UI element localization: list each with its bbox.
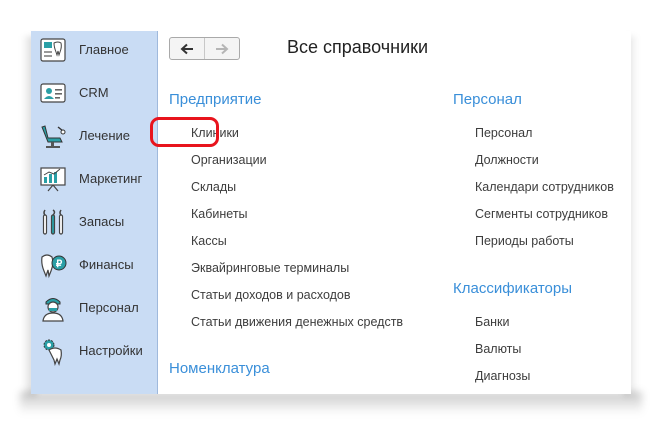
link-cash-flow-items[interactable]: Статьи движения денежных средств (191, 314, 403, 330)
sidebar-item-label: Лечение (79, 128, 131, 143)
tooth-coin-icon: ₽ (41, 254, 67, 279)
sidebar-item-label: Финансы (79, 257, 134, 272)
window-shadow (20, 392, 642, 414)
sidebar-item-label: Настройки (79, 343, 143, 358)
link-cash-desks[interactable]: Кассы (191, 233, 227, 249)
section-title-classifiers: Классификаторы (453, 280, 573, 297)
link-organizations[interactable]: Организации (191, 152, 267, 168)
id-card-icon (40, 83, 66, 103)
sidebar-item-crm[interactable]: CRM (31, 75, 157, 111)
sidebar-item-stock[interactable]: Запасы (31, 204, 157, 240)
link-banks[interactable]: Банки (475, 314, 510, 330)
arrow-right-icon (216, 43, 229, 54)
svg-text:₽: ₽ (56, 259, 63, 270)
sidebar-item-staff[interactable]: Персонал (31, 290, 157, 326)
sidebar-item-label: Маркетинг (79, 171, 143, 186)
link-staff-calendars[interactable]: Календари сотрудников (475, 179, 614, 195)
dental-tools-icon (42, 209, 64, 235)
home-tooth-icon (40, 38, 66, 62)
sidebar-item-main[interactable]: Главное (31, 32, 157, 68)
tooth-gear-icon (43, 339, 62, 366)
dental-chair-icon (41, 125, 66, 148)
sidebar-item-label: Главное (79, 42, 129, 57)
main-content: Все справочники Предприятие Клиники Орга… (158, 31, 631, 394)
section-title-enterprise: Предприятие (169, 91, 262, 108)
page-title: Все справочники (287, 37, 429, 57)
link-cabinets[interactable]: Кабинеты (191, 206, 248, 222)
section-title-staff: Персонал (453, 91, 522, 108)
link-warehouses[interactable]: Склады (191, 179, 236, 195)
sidebar-item-treatment[interactable]: Лечение (31, 118, 157, 154)
link-currencies[interactable]: Валюты (475, 341, 521, 357)
link-work-periods[interactable]: Периоды работы (475, 233, 574, 249)
forward-button[interactable] (205, 38, 239, 59)
app-window: Главное CRM Лечение Маркетинг Запасы ₽ Ф… (31, 31, 631, 394)
history-nav (169, 37, 240, 60)
sidebar-item-settings[interactable]: Настройки (31, 333, 157, 369)
sidebar-item-label: Запасы (79, 214, 125, 229)
link-acquiring-terminals[interactable]: Эквайринговые терминалы (191, 260, 349, 276)
presentation-board-icon (40, 167, 66, 192)
link-staff-segments[interactable]: Сегменты сотрудников (475, 206, 608, 222)
link-diagnoses[interactable]: Диагнозы (475, 368, 530, 384)
arrow-left-icon (180, 43, 193, 54)
section-title-nomenclature[interactable]: Номенклатура (169, 360, 270, 377)
back-button[interactable] (170, 38, 205, 59)
sidebar: Главное CRM Лечение Маркетинг Запасы ₽ Ф… (31, 31, 158, 394)
sidebar-item-marketing[interactable]: Маркетинг (31, 161, 157, 197)
link-staff[interactable]: Персонал (475, 125, 532, 141)
link-clinics[interactable]: Клиники (191, 125, 239, 141)
sidebar-item-label: Персонал (79, 300, 139, 315)
link-positions[interactable]: Должности (475, 152, 539, 168)
sidebar-item-label: CRM (79, 85, 109, 100)
link-income-expense-items[interactable]: Статьи доходов и расходов (191, 287, 351, 303)
doctor-icon (42, 298, 64, 322)
sidebar-item-finance[interactable]: ₽ Финансы (31, 247, 157, 283)
